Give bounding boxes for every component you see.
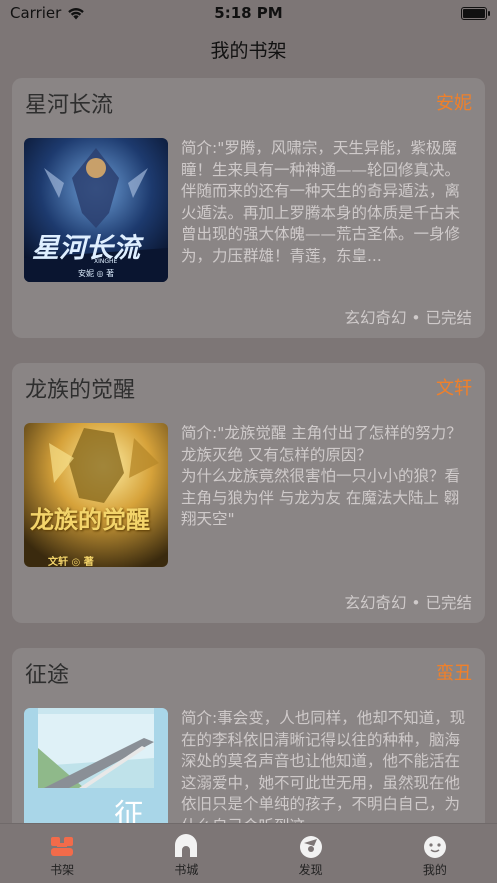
bookshelf-list[interactable]: 星河长流 安妮 星河长流 XINGHE 安妮 ◎ 著 简介:"罗腾，风啸宗，天生… (0, 78, 497, 823)
battery-icon (461, 6, 490, 20)
tab-profile[interactable]: 我的 (375, 824, 495, 883)
tab-bookshelf[interactable]: 书架 (2, 824, 122, 883)
book-description: 简介:事会变，人也同样，他却不知道，现在的李科依旧清晰记得以往的种种，脑海深处的… (181, 709, 466, 823)
book-title: 龙族的觉醒 (25, 378, 136, 403)
tab-bar: 书架 书城 发现 我的 (0, 823, 497, 883)
bookshelf-icon (51, 837, 74, 856)
tab-label: 我的 (422, 863, 447, 877)
book-description: 简介:"龙族觉醒 主角付出了怎样的努力？ 龙族灭绝 又有怎样的原因？ 为什么龙族… (181, 424, 462, 528)
book-cover[interactable]: 征 (24, 708, 168, 823)
cover-author: 安妮 ◎ 著 (78, 269, 115, 278)
page-title: 我的书架 (210, 40, 287, 62)
carrier-label: Carrier (10, 4, 62, 22)
profile-icon (423, 836, 446, 858)
book-title: 星河长流 (25, 93, 114, 118)
tab-discover[interactable]: 发现 (251, 824, 371, 883)
tab-label: 发现 (298, 863, 323, 877)
bookstore-icon (175, 834, 198, 857)
tab-label: 书架 (50, 863, 75, 877)
cover-subtitle: XINGHE (94, 258, 118, 265)
book-author[interactable]: 文轩 (436, 374, 472, 400)
book-card[interactable]: 龙族的觉醒 文轩 龙族的觉醒 文轩 ◎ 著 简介:"龙族觉醒 主角付出了怎样的努… (12, 363, 485, 623)
tab-bookstore[interactable]: 书城 (126, 824, 246, 883)
book-author[interactable]: 蛮丑 (436, 659, 472, 685)
discover-icon (299, 836, 322, 858)
book-meta: 玄幻奇幻 • 已完结 (344, 309, 473, 327)
status-bar: Carrier 5:18 PM (0, 0, 497, 26)
book-card[interactable]: 星河长流 安妮 星河长流 XINGHE 安妮 ◎ 著 简介:"罗腾，风啸宗，天生… (12, 78, 485, 338)
tab-label: 书城 (174, 863, 199, 877)
book-author[interactable]: 安妮 (436, 89, 472, 115)
wifi-icon (68, 7, 85, 19)
book-cover[interactable]: 龙族的觉醒 文轩 ◎ 著 (24, 423, 168, 567)
status-left: Carrier (10, 4, 85, 22)
cover-title: 龙族的觉醒 (30, 505, 150, 534)
cover-title: 星河长流 (32, 233, 140, 264)
battery-fill (463, 8, 485, 18)
book-cover[interactable]: 星河长流 XINGHE 安妮 ◎ 著 (24, 138, 168, 282)
cover-art (24, 423, 168, 567)
cover-title: 征 (114, 798, 144, 823)
book-description: 简介:"罗腾，风啸宗，天生异能，紫极魔瞳！生来具有一种神通——轮回修真决。伴随而… (181, 139, 461, 265)
book-meta: 玄幻奇幻 • 已完结 (344, 594, 473, 612)
book-title: 征途 (25, 663, 70, 688)
cover-author: 文轩 ◎ 著 (48, 557, 94, 567)
cover-art (24, 708, 168, 823)
book-card[interactable]: 征途 蛮丑 征 简介:事会变，人也同样，他却不知道，现在的李科依旧清晰记得以往的… (12, 648, 485, 823)
